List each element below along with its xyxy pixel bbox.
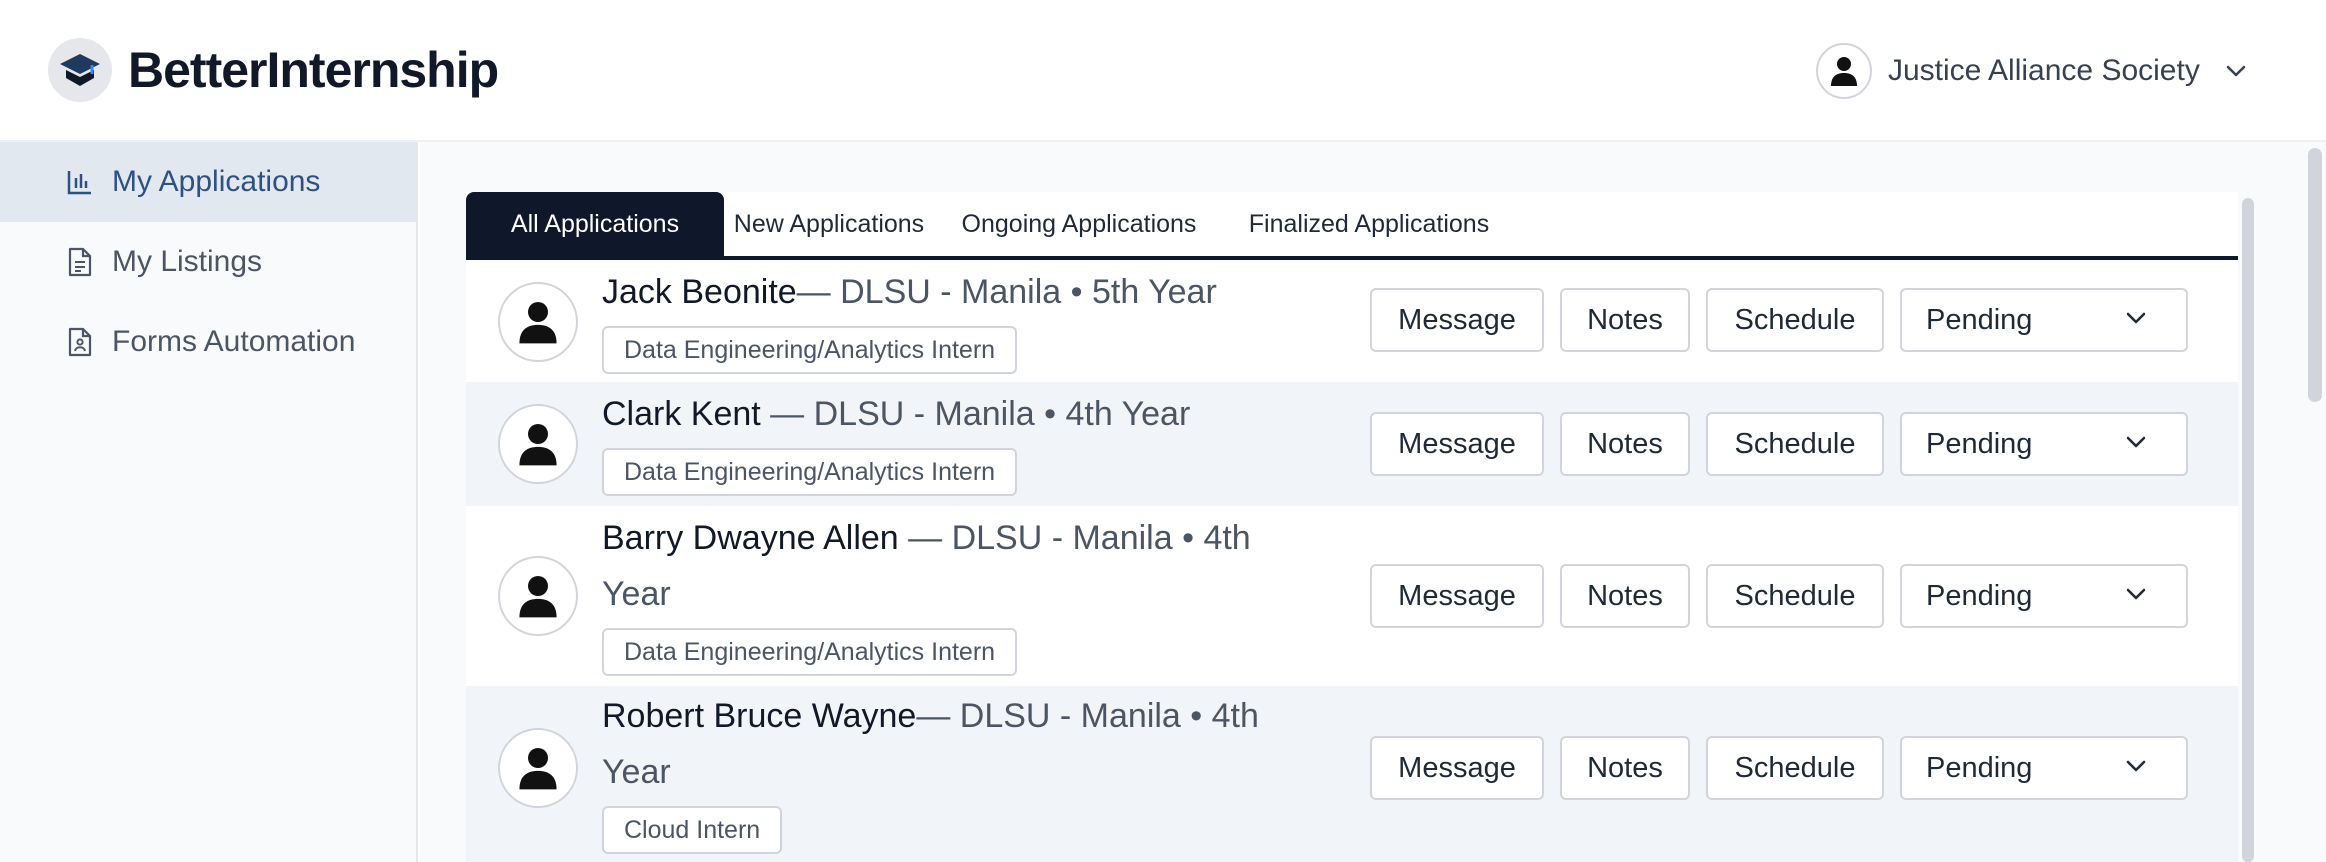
sidebar-item-label: Forms Automation — [112, 325, 356, 358]
status-value: Pending — [1926, 751, 2033, 784]
account-avatar-icon[interactable] — [1816, 43, 1872, 99]
notes-button[interactable]: Notes — [1560, 288, 1690, 352]
chevron-down-icon — [2126, 436, 2146, 448]
schedule-button[interactable]: Schedule — [1706, 288, 1884, 352]
schedule-button[interactable]: Schedule — [1706, 564, 1884, 628]
chevron-down-icon — [2126, 760, 2146, 772]
application-row[interactable]: Robert Bruce Wayne— DLSU - Manila • 4th … — [466, 686, 2238, 862]
chevron-down-icon[interactable] — [2226, 65, 2246, 77]
applicant-details: — DLSU - Manila • 4th Year — [760, 395, 1191, 433]
status-value: Pending — [1926, 427, 2033, 460]
brand-logo-icon[interactable] — [48, 38, 112, 102]
tab-all-applications[interactable]: All Applications — [466, 192, 724, 256]
status-value: Pending — [1926, 303, 2033, 336]
notes-button[interactable]: Notes — [1560, 412, 1690, 476]
applicant-avatar-icon — [498, 282, 578, 362]
notes-button[interactable]: Notes — [1560, 564, 1690, 628]
applicant-name[interactable]: Robert Bruce Wayne — [602, 697, 916, 735]
applicant-info: Clark Kent — DLSU - Manila • 4th Year — [602, 386, 1282, 442]
position-tag: Data Engineering/Analytics Intern — [602, 448, 1018, 496]
schedule-button[interactable]: Schedule — [1706, 736, 1884, 800]
applicant-avatar-icon — [498, 728, 578, 808]
tab-ongoing-applications[interactable]: Ongoing Applications — [934, 192, 1224, 256]
sidebar-item-my-applications[interactable]: My Applications — [0, 142, 416, 222]
chevron-down-icon — [2126, 312, 2146, 324]
status-select[interactable]: Pending — [1900, 288, 2188, 352]
applicant-name[interactable]: Clark Kent — [602, 395, 761, 433]
top-header: BetterInternship Justice Alliance Societ… — [0, 0, 2326, 142]
applications-panel: All Applications New Applications Ongoin… — [466, 192, 2238, 862]
position-tag: Data Engineering/Analytics Intern — [602, 628, 1018, 676]
list-scrollbar[interactable] — [2242, 198, 2254, 862]
position-tag: Data Engineering/Analytics Intern — [602, 326, 1018, 374]
application-row[interactable]: Clark Kent — DLSU - Manila • 4th Year Da… — [466, 382, 2238, 506]
position-tag: Cloud Intern — [602, 806, 783, 854]
page-scrollbar[interactable] — [2308, 148, 2322, 402]
status-value: Pending — [1926, 579, 2033, 612]
applicant-name[interactable]: Barry Dwayne Allen — [602, 519, 899, 557]
schedule-button[interactable]: Schedule — [1706, 412, 1884, 476]
chevron-down-icon — [2126, 588, 2146, 600]
applicant-avatar-icon — [498, 556, 578, 636]
sidebar-item-my-listings[interactable]: My Listings — [0, 222, 416, 302]
message-button[interactable]: Message — [1370, 564, 1544, 628]
message-button[interactable]: Message — [1370, 412, 1544, 476]
applicant-info: Barry Dwayne Allen — DLSU - Manila • 4th… — [602, 510, 1282, 622]
applicant-avatar-icon — [498, 404, 578, 484]
applicant-info: Jack Beonite— DLSU - Manila • 5th Year — [602, 264, 1282, 320]
application-row[interactable]: Jack Beonite— DLSU - Manila • 5th Year D… — [466, 260, 2238, 382]
application-row[interactable]: Barry Dwayne Allen — DLSU - Manila • 4th… — [466, 506, 2238, 686]
form-document-icon — [64, 326, 96, 358]
status-select[interactable]: Pending — [1900, 564, 2188, 628]
document-icon — [64, 246, 96, 278]
sidebar: My Applications My Listings Forms Automa… — [0, 142, 418, 862]
message-button[interactable]: Message — [1370, 736, 1544, 800]
applicant-name[interactable]: Jack Beonite — [602, 273, 797, 311]
tab-new-applications[interactable]: New Applications — [724, 192, 934, 256]
message-button[interactable]: Message — [1370, 288, 1544, 352]
tab-finalized-applications[interactable]: Finalized Applications — [1224, 192, 1514, 256]
applicant-info: Robert Bruce Wayne— DLSU - Manila • 4th … — [602, 688, 1282, 800]
status-select[interactable]: Pending — [1900, 736, 2188, 800]
status-select[interactable]: Pending — [1900, 412, 2188, 476]
sidebar-item-label: My Listings — [112, 245, 263, 278]
notes-button[interactable]: Notes — [1560, 736, 1690, 800]
bar-chart-icon — [64, 166, 96, 198]
brand-name[interactable]: BetterInternship — [128, 38, 499, 102]
account-name[interactable]: Justice Alliance Society — [1888, 54, 2200, 88]
sidebar-item-label: My Applications — [112, 165, 321, 198]
applicant-details: — DLSU - Manila • 5th Year — [796, 273, 1217, 311]
account-menu[interactable]: Justice Alliance Society — [1816, 42, 2246, 100]
application-tabs: All Applications New Applications Ongoin… — [466, 192, 2238, 260]
sidebar-item-forms-automation[interactable]: Forms Automation — [0, 302, 416, 382]
